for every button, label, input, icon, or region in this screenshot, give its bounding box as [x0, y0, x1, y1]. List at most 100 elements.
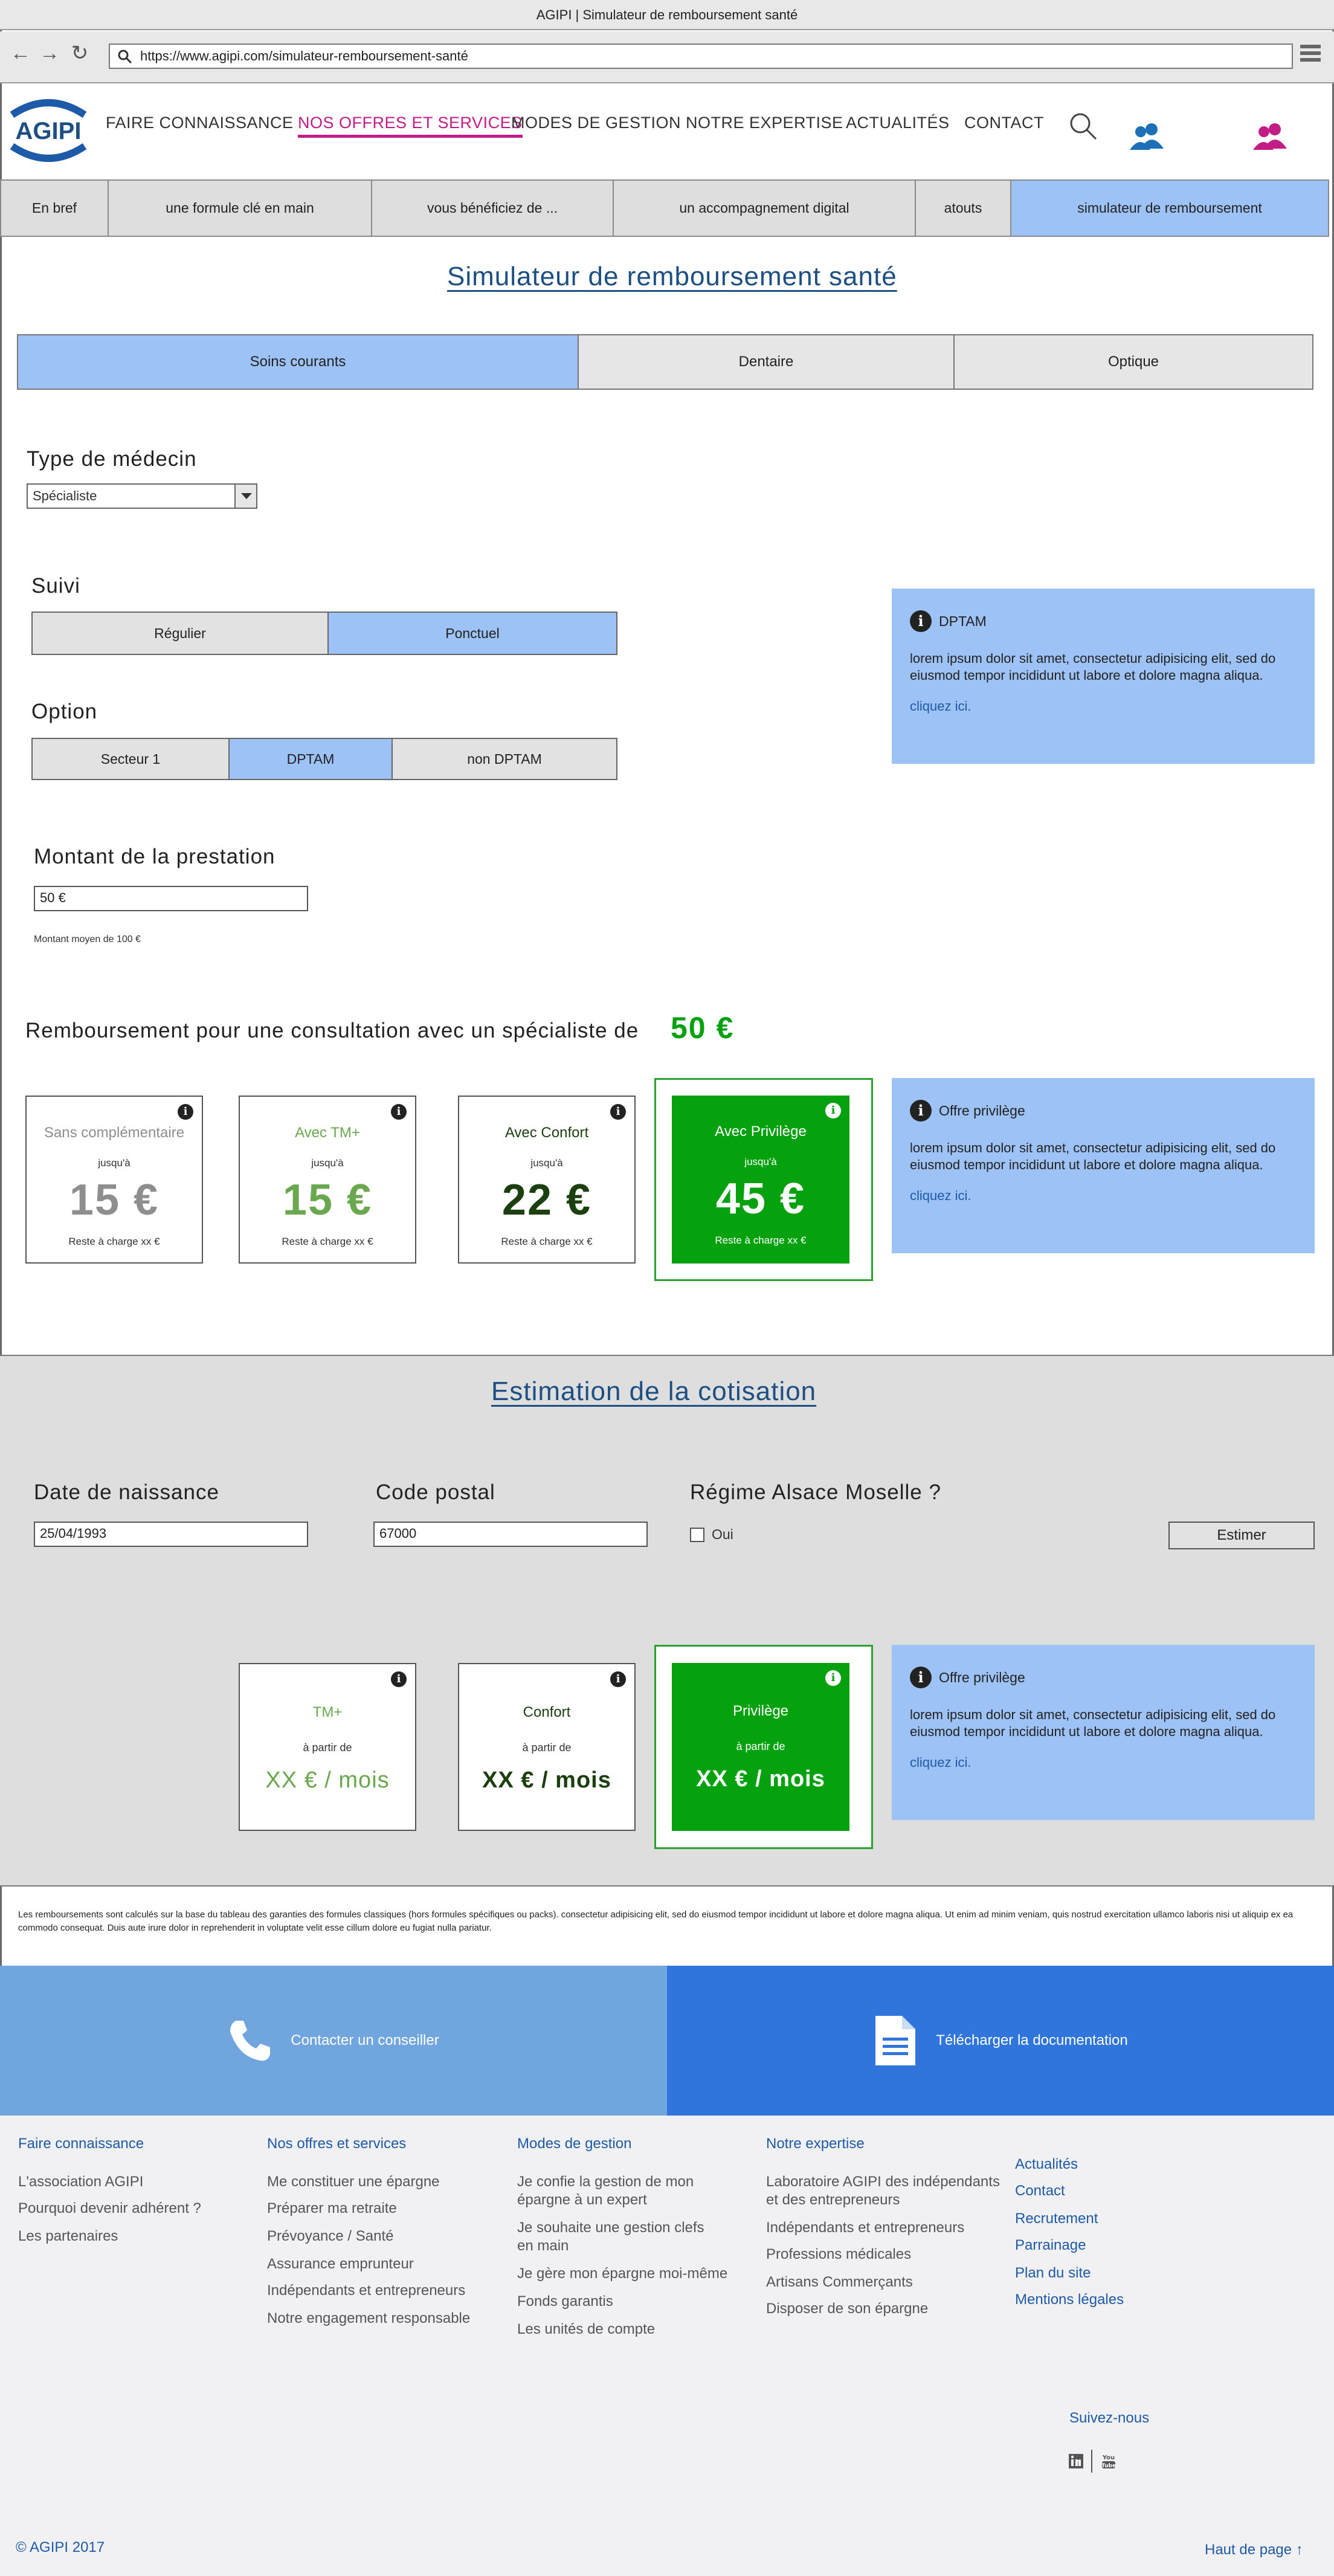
subnav-accompagnement[interactable]: un accompagnement digital	[614, 181, 916, 236]
info-icon[interactable]: i	[610, 1104, 626, 1120]
info-icon[interactable]: i	[610, 1671, 626, 1687]
reload-icon[interactable]: ↻	[68, 41, 92, 65]
subnav-simulateur[interactable]: simulateur de remboursement	[1011, 181, 1328, 236]
linkedin-icon[interactable]	[1068, 2453, 1084, 2469]
footer-link-actualites[interactable]: Actualités	[1015, 2156, 1078, 2173]
tab-dentaire[interactable]: Dentaire	[579, 335, 955, 389]
footer-link[interactable]: Notre engagement responsable	[267, 2310, 470, 2328]
subnav-en-bref[interactable]: En bref	[1, 181, 109, 236]
footer-link[interactable]: Me constituer une épargne	[267, 2173, 440, 2191]
info-dptam-title: DPTAM	[939, 613, 987, 629]
subnav-formule[interactable]: une formule clé en main	[109, 181, 372, 236]
nav-modes-de-gestion[interactable]: MODES DE GESTION	[511, 114, 681, 132]
card-reste: Reste à charge xx €	[282, 1236, 373, 1247]
chevron-down-icon	[234, 485, 256, 508]
footer-link-plan-du-site[interactable]: Plan du site	[1015, 2265, 1091, 2282]
estimate-card-privilege[interactable]: i Privilège à partir de XX € / mois	[672, 1663, 849, 1831]
card-name: Avec Privilège	[715, 1123, 807, 1140]
option-dptam[interactable]: DPTAM	[230, 739, 393, 779]
footer-link[interactable]: Indépendants et entrepreneurs	[267, 2282, 465, 2300]
card-confort[interactable]: i Avec Confort jusqu'à 22 € Reste à char…	[458, 1096, 636, 1264]
footer-link[interactable]: Indépendants et entrepreneurs	[766, 2219, 1002, 2237]
back-to-top-link[interactable]: Haut de page ↑	[1205, 2542, 1303, 2558]
subnav-beneficiez[interactable]: vous bénéficiez de ...	[372, 181, 614, 236]
tab-soins-courants[interactable]: Soins courants	[18, 335, 579, 389]
download-cta-label: Télécharger la documentation	[936, 2032, 1128, 2048]
nav-actualites[interactable]: ACTUALITÉS	[846, 114, 950, 132]
youtube-icon[interactable]: You Tube	[1100, 2452, 1118, 2470]
suivi-regulier[interactable]: Régulier	[33, 613, 329, 654]
footer-link[interactable]: Assurance emprunteur	[267, 2255, 414, 2273]
estimate-button[interactable]: Estimer	[1168, 1522, 1315, 1549]
footer-link[interactable]: Les partenaires	[18, 2227, 118, 2245]
contact-cta[interactable]: Contacter un conseiller	[0, 1966, 667, 2116]
option-non-dptam[interactable]: non DPTAM	[393, 739, 616, 779]
info-privilege-link[interactable]: cliquez ici.	[910, 1188, 1297, 1204]
footer-link-recrutement[interactable]: Recrutement	[1015, 2210, 1098, 2227]
nav-faire-connaissance[interactable]: FAIRE CONNAISSANCE	[106, 114, 294, 132]
info-icon[interactable]: i	[825, 1103, 841, 1119]
nav-nos-offres[interactable]: NOS OFFRES ET SERVICES	[298, 114, 523, 138]
suivi-ponctuel[interactable]: Ponctuel	[329, 613, 616, 654]
back-icon[interactable]: ←	[8, 41, 33, 65]
card-tm-plus[interactable]: i Avec TM+ jusqu'à 15 € Reste à charge x…	[239, 1096, 416, 1264]
footer-link[interactable]: Laboratoire AGIPI des indépendants et de…	[766, 2173, 1002, 2209]
tab-optique[interactable]: Optique	[955, 335, 1312, 389]
users-icon-pink[interactable]	[1252, 121, 1289, 151]
footer-link[interactable]: Professions médicales	[766, 2245, 911, 2264]
info-icon[interactable]: i	[391, 1671, 407, 1687]
menu-icon[interactable]	[1300, 45, 1321, 65]
agipi-logo[interactable]: AGIPI	[6, 91, 91, 168]
info-icon[interactable]: i	[178, 1104, 193, 1120]
postal-input[interactable]: 67000	[373, 1522, 648, 1547]
users-icon-blue[interactable]	[1129, 121, 1166, 151]
card-reste: Reste à charge xx €	[68, 1236, 160, 1247]
footer-link[interactable]: L'association AGIPI	[18, 2173, 143, 2191]
birth-input[interactable]: 25/04/1993	[34, 1522, 308, 1547]
info-icon[interactable]: i	[391, 1104, 407, 1120]
footer-link-parrainage[interactable]: Parrainage	[1015, 2237, 1086, 2254]
footer-link-contact[interactable]: Contact	[1015, 2183, 1065, 2200]
card-amount: 15 €	[69, 1176, 160, 1224]
card-from: à partir de	[736, 1740, 785, 1752]
footer-link-mentions[interactable]: Mentions légales	[1015, 2291, 1124, 2308]
estimate-info: i Offre privilège lorem ipsum dolor sit a…	[892, 1645, 1315, 1820]
card-privilege[interactable]: i Avec Privilège jusqu'à 45 € Reste à ch…	[672, 1096, 849, 1264]
footer-link[interactable]: Artisans Commerçants	[766, 2273, 913, 2291]
option-secteur-1[interactable]: Secteur 1	[33, 739, 230, 779]
footer-col1-title[interactable]: Faire connaissance	[18, 2135, 144, 2152]
nav-notre-expertise[interactable]: NOTRE EXPERTISE	[686, 114, 843, 132]
search-icon[interactable]	[1068, 111, 1098, 141]
footer-link[interactable]: Je confie la gestion de mon épargne à un…	[517, 2173, 704, 2209]
alsace-checkbox[interactable]	[690, 1528, 704, 1542]
footer-col4-title[interactable]: Notre expertise	[766, 2135, 865, 2152]
url-text: https://www.agipi.com/simulateur-rembour…	[140, 48, 468, 63]
estimate-card-confort[interactable]: i Confort à partir de XX € / mois	[458, 1663, 636, 1831]
estimate-info-link[interactable]: cliquez ici.	[910, 1755, 1297, 1771]
footer-col3-title[interactable]: Modes de gestion	[517, 2135, 631, 2152]
footer-link[interactable]: Prévoyance / Santé	[267, 2227, 393, 2245]
suivi-toggle: Régulier Ponctuel	[31, 612, 617, 655]
subnav-atouts[interactable]: atouts	[916, 181, 1011, 236]
doctor-type-select[interactable]: Spécialiste	[27, 483, 257, 509]
footer-link[interactable]: Je souhaite une gestion clefs en main	[517, 2219, 704, 2255]
footer-link[interactable]: Préparer ma retraite	[267, 2200, 397, 2218]
svg-text:You: You	[1102, 2455, 1115, 2461]
footer-link[interactable]: Fonds garantis	[517, 2293, 613, 2311]
card-sans-complementaire[interactable]: i Sans complémentaire jusqu'à 15 € Reste…	[25, 1096, 203, 1264]
info-dptam-link[interactable]: cliquez ici.	[910, 699, 1297, 714]
footer-link[interactable]: Je gère mon épargne moi-même	[517, 2265, 735, 2283]
footer-link[interactable]: Pourquoi devenir adhérent ?	[18, 2200, 201, 2218]
svg-text:AGIPI: AGIPI	[16, 118, 82, 144]
amount-input[interactable]: 50 €	[34, 886, 308, 911]
info-icon[interactable]: i	[825, 1670, 841, 1686]
footer-col2-title[interactable]: Nos offres et services	[267, 2135, 406, 2152]
estimate-card-tm-plus[interactable]: i TM+ à partir de XX € / mois	[239, 1663, 416, 1831]
social-divider	[1091, 2450, 1092, 2473]
footer-link[interactable]: Disposer de son épargne	[766, 2300, 928, 2318]
footer-link[interactable]: Les unités de compte	[517, 2320, 655, 2339]
forward-icon[interactable]: →	[37, 41, 62, 65]
nav-contact[interactable]: CONTACT	[964, 114, 1044, 132]
download-cta[interactable]: Télécharger la documentation	[667, 1966, 1334, 2116]
url-input[interactable]: https://www.agipi.com/simulateur-rembour…	[109, 44, 1293, 69]
